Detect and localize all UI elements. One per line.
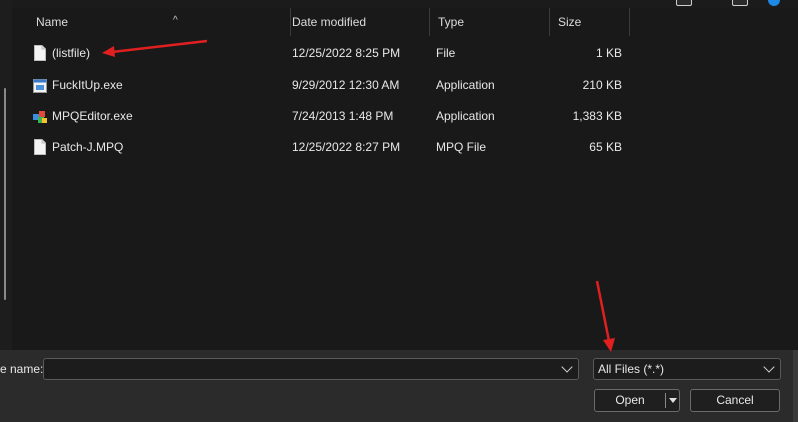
file-row-patch-j[interactable]: Patch-J.MPQ 12/25/2022 8:27 PM MPQ File … <box>12 132 798 163</box>
column-header-name-label: Name <box>36 15 69 29</box>
file-name: FuckItUp.exe <box>52 78 123 92</box>
split-divider <box>665 393 666 408</box>
file-size: 65 KB <box>589 140 622 154</box>
window-control-icon[interactable] <box>676 0 692 6</box>
status-dot-icon[interactable] <box>768 0 780 6</box>
open-button-label: Open <box>615 393 645 407</box>
column-header-date-label: Date modified <box>292 15 367 29</box>
file-size: 210 KB <box>582 78 622 92</box>
file-row-listfile[interactable]: (listfile) 12/25/2022 8:25 PM File 1 KB <box>12 38 798 69</box>
file-date: 12/25/2022 8:27 PM <box>292 140 401 154</box>
file-type: File <box>436 46 456 60</box>
file-name: Patch-J.MPQ <box>52 140 124 154</box>
navigation-pane <box>0 0 12 350</box>
file-size: 1 KB <box>595 46 622 60</box>
chevron-down-icon <box>763 361 775 373</box>
column-header-size-label: Size <box>558 15 582 29</box>
file-date: 12/25/2022 8:25 PM <box>292 46 401 60</box>
dialog-footer: e name: All Files (*.*) Open Cancel <box>0 350 798 422</box>
column-header-name[interactable]: Name ^ <box>28 8 291 36</box>
file-date: 9/29/2012 12:30 AM <box>292 78 400 92</box>
cancel-button[interactable]: Cancel <box>690 389 780 412</box>
chevron-down-icon[interactable] <box>561 361 573 373</box>
document-icon <box>34 45 46 61</box>
file-type: Application <box>436 109 495 123</box>
file-name: (listfile) <box>52 46 90 60</box>
column-header-row: Name ^ Date modified Type Size <box>12 8 798 36</box>
open-split-button[interactable]: Open <box>594 389 680 412</box>
column-header-size[interactable]: Size <box>550 8 630 36</box>
file-row-fuckitup[interactable]: FuckItUp.exe 9/29/2012 12:30 AM Applicat… <box>12 70 798 101</box>
application-icon <box>33 79 47 93</box>
window-control-icon[interactable] <box>732 0 748 6</box>
file-type: Application <box>436 78 495 92</box>
navigation-scrollbar[interactable] <box>4 88 6 300</box>
file-size: 1,383 KB <box>572 109 622 123</box>
window-edge <box>793 350 798 422</box>
file-list: Name ^ Date modified Type Size (listfile… <box>12 8 798 350</box>
file-name: MPQEditor.exe <box>52 109 133 123</box>
column-header-type-label: Type <box>438 15 465 29</box>
file-date: 7/24/2013 1:48 PM <box>292 109 394 123</box>
file-type-filter-dropdown[interactable]: All Files (*.*) <box>593 358 781 380</box>
dropdown-arrow-icon[interactable] <box>669 398 677 403</box>
column-header-date[interactable]: Date modified <box>284 8 430 36</box>
file-type-filter-value: All Files (*.*) <box>598 362 665 376</box>
sort-ascending-icon: ^ <box>173 15 178 26</box>
mpq-editor-icon <box>33 111 47 123</box>
file-type: MPQ File <box>436 140 487 154</box>
file-name-label: e name: <box>0 362 44 376</box>
file-name-combobox[interactable] <box>43 358 579 380</box>
document-icon <box>34 139 46 155</box>
column-header-type[interactable]: Type <box>430 8 550 36</box>
title-bar-strip <box>12 0 798 8</box>
file-row-mpqeditor[interactable]: MPQEditor.exe 7/24/2013 1:48 PM Applicat… <box>12 101 798 132</box>
